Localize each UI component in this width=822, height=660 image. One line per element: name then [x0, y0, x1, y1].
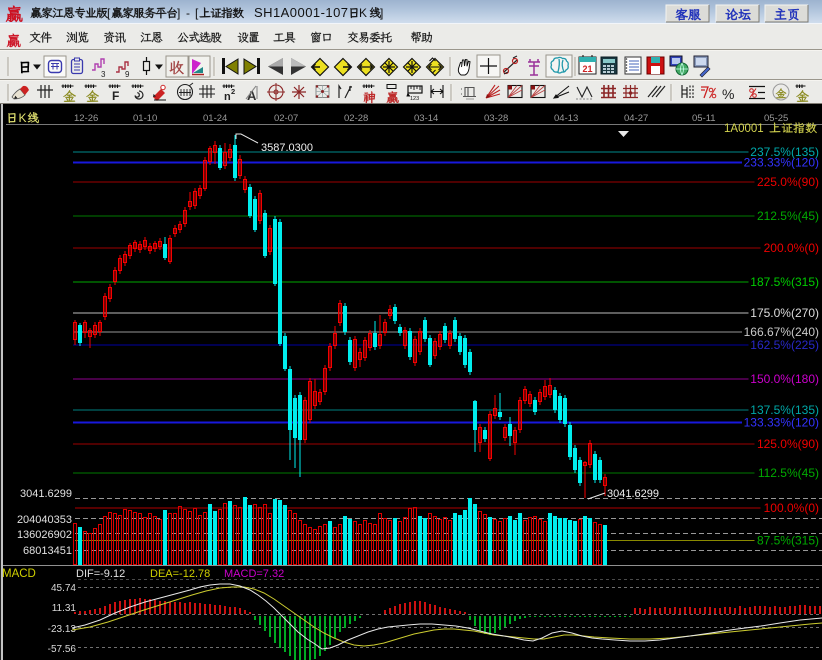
svg-text:01-10: 01-10 [133, 113, 157, 124]
svg-text:3041.6299: 3041.6299 [607, 488, 659, 500]
svg-text:45.74: 45.74 [51, 583, 76, 594]
svg-text:n: n [224, 91, 231, 103]
svg-text:21: 21 [583, 64, 593, 74]
svg-text:1A0001: 1A0001 [724, 123, 764, 135]
svg-text:9: 9 [125, 70, 130, 79]
svg-text:100.0%(0): 100.0%(0) [764, 501, 819, 515]
svg-text:DIF=-9.12: DIF=-9.12 [76, 568, 125, 580]
svg-text:-: - [186, 6, 190, 20]
svg-text:05-11: 05-11 [692, 113, 716, 124]
svg-text:133.33%(120): 133.33%(120) [744, 416, 819, 430]
svg-text:%: % [722, 86, 734, 102]
svg-text:DEA=-12.78: DEA=-12.78 [150, 568, 210, 580]
svg-text:03-28: 03-28 [484, 113, 508, 124]
svg-text:11.31: 11.31 [52, 603, 77, 614]
svg-text:204040353: 204040353 [17, 514, 72, 526]
svg-text:166.67%(240): 166.67%(240) [744, 325, 819, 339]
svg-text:-57.56: -57.56 [48, 644, 77, 655]
svg-text:212.5%(45): 212.5%(45) [757, 209, 819, 223]
svg-text:05-25: 05-25 [764, 113, 788, 124]
svg-text:3: 3 [101, 70, 106, 79]
svg-text:01-24: 01-24 [203, 113, 227, 124]
svg-text:02-07: 02-07 [274, 113, 298, 124]
svg-text:03-14: 03-14 [414, 113, 438, 124]
svg-text:02-28: 02-28 [344, 113, 368, 124]
svg-text:04-13: 04-13 [554, 113, 578, 124]
svg-text:K: K [359, 6, 367, 20]
svg-text:3041.6299: 3041.6299 [20, 488, 72, 500]
svg-text:125.0%(90): 125.0%(90) [757, 437, 819, 451]
svg-text:K: K [19, 111, 27, 125]
svg-text:12-26: 12-26 [74, 113, 98, 124]
svg-text:162.5%(225): 162.5%(225) [750, 338, 819, 352]
svg-text:187.5%(315): 187.5%(315) [750, 275, 819, 289]
svg-text:F: F [112, 89, 119, 103]
svg-text:87.5%(315): 87.5%(315) [757, 534, 819, 548]
svg-text:]: ] [177, 6, 180, 20]
svg-text:MACD: MACD [2, 568, 36, 580]
svg-text:MACD=7.32: MACD=7.32 [224, 568, 284, 580]
svg-text:]: ] [380, 6, 383, 20]
svg-text:123: 123 [410, 96, 419, 102]
svg-text:112.5%(45): 112.5%(45) [758, 466, 819, 480]
svg-text:136026902: 136026902 [17, 529, 72, 541]
svg-text:SH1A0001-107: SH1A0001-107 [254, 5, 348, 20]
svg-text:233.33%(120): 233.33%(120) [744, 156, 819, 170]
svg-text:225.0%(90): 225.0%(90) [757, 175, 819, 189]
svg-text:175.0%(270): 175.0%(270) [750, 306, 819, 320]
svg-text:3587.0300: 3587.0300 [261, 142, 313, 154]
svg-text:04-27: 04-27 [624, 113, 648, 124]
svg-text:2: 2 [231, 87, 235, 96]
svg-text:150.0%(180): 150.0%(180) [750, 372, 819, 386]
svg-text:68013451: 68013451 [23, 545, 72, 557]
svg-text:200.0%(0): 200.0%(0) [764, 241, 819, 255]
